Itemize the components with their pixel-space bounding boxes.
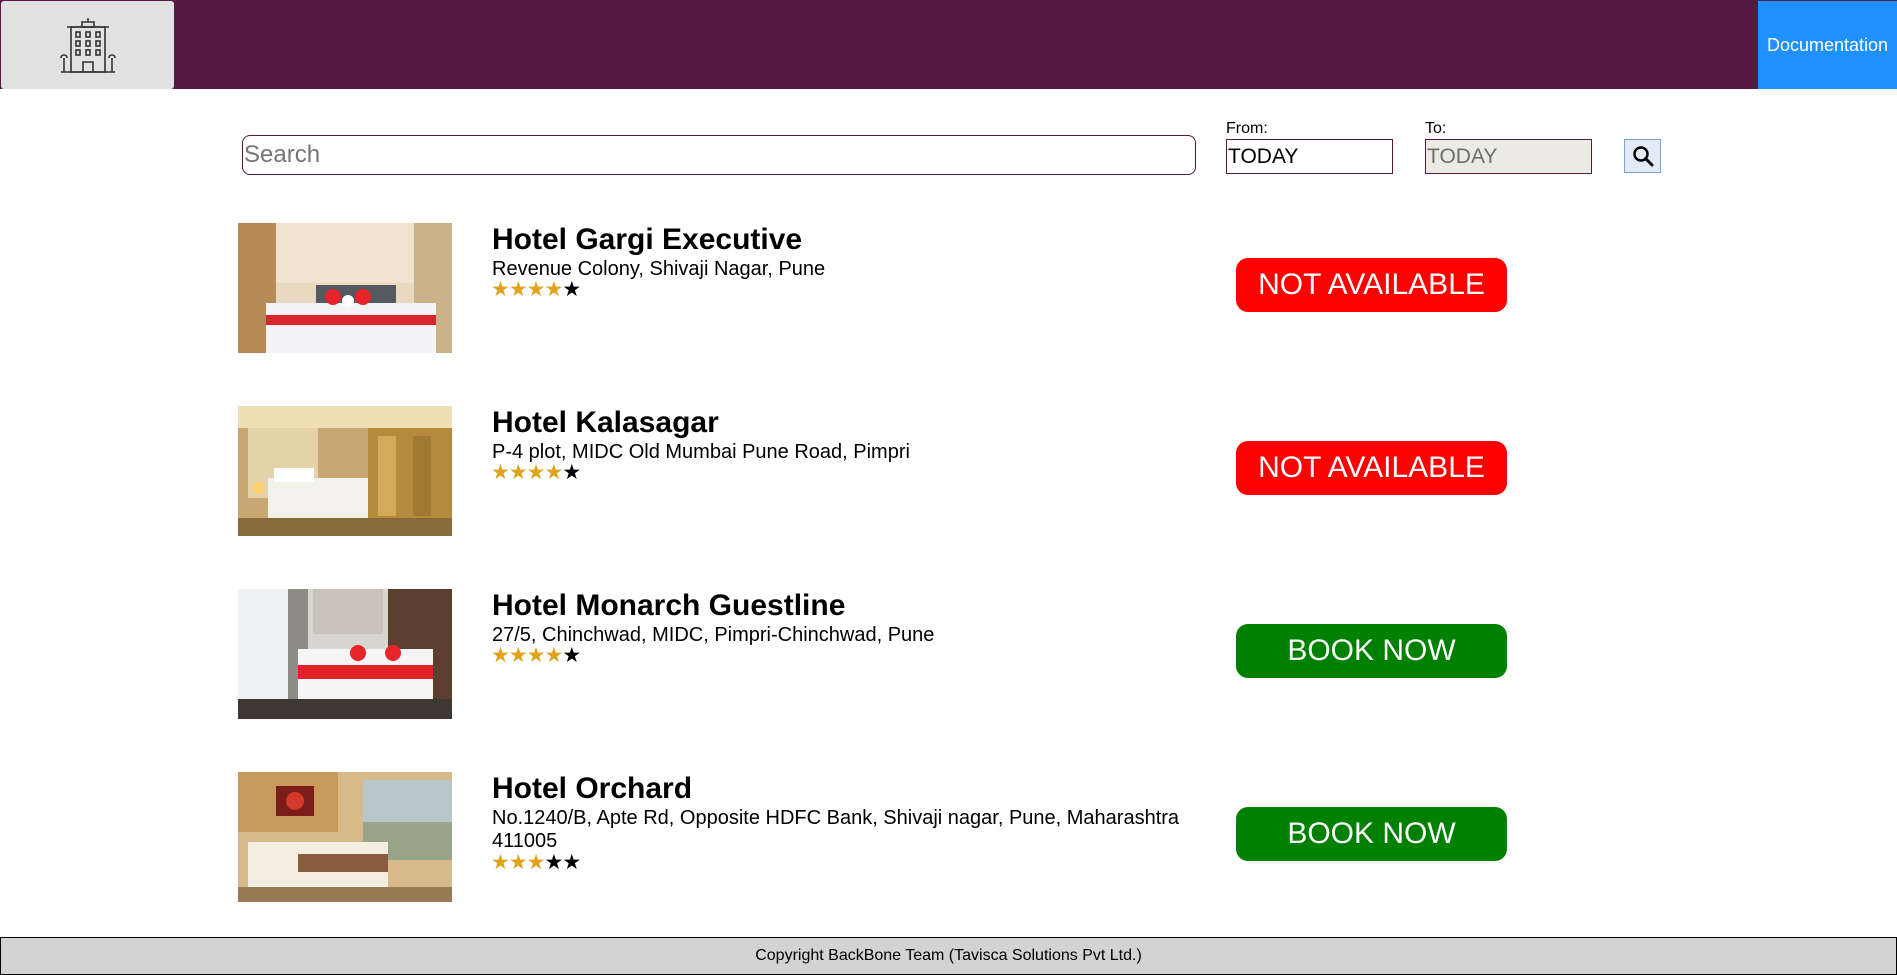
star-filled-icon: ★: [491, 644, 510, 667]
not-available-button[interactable]: NOT AVAILABLE: [1236, 258, 1507, 312]
hotel-photo[interactable]: [238, 772, 452, 902]
book-now-button[interactable]: BOOK NOW: [1236, 624, 1507, 678]
star-filled-icon: ★: [508, 461, 528, 484]
hotel-address: P-4 plot, MIDC Old Mumbai Pune Road, Pim…: [492, 441, 910, 463]
hotel-name[interactable]: Hotel Orchard: [492, 772, 692, 806]
star-filled-icon: ★: [491, 461, 510, 484]
star-empty-icon: ★: [562, 644, 581, 667]
hotel-card: Hotel Orchard No.1240/B, Apte Rd, Opposi…: [238, 772, 1538, 902]
footer: Copyright BackBone Team (Tavisca Solutio…: [0, 937, 1897, 975]
hotel-card: Hotel Kalasagar P-4 plot, MIDC Old Mumba…: [238, 406, 1538, 536]
star-empty-icon: ★: [562, 851, 581, 874]
hotel-card: Hotel Gargi Executive Revenue Colony, Sh…: [238, 223, 1538, 353]
star-filled-icon: ★: [544, 461, 563, 484]
book-now-button[interactable]: BOOK NOW: [1236, 807, 1507, 861]
star-filled-icon: ★: [544, 278, 563, 301]
not-available-button[interactable]: NOT AVAILABLE: [1236, 441, 1507, 495]
copyright-text: Copyright BackBone Team (Tavisca Solutio…: [755, 947, 1142, 964]
star-filled-icon: ★: [491, 851, 510, 874]
hotel-name[interactable]: Hotel Kalasagar: [492, 406, 719, 440]
star-filled-icon: ★: [508, 644, 528, 667]
star-rating: ★★★★★: [491, 461, 581, 484]
star-filled-icon: ★: [508, 278, 528, 301]
top-navbar: Documentation: [0, 0, 1897, 89]
star-rating: ★★★★★: [491, 644, 581, 667]
star-rating: ★★★★★: [491, 851, 581, 874]
documentation-button[interactable]: Documentation: [1758, 1, 1897, 89]
star-filled-icon: ★: [544, 644, 563, 667]
hotel-building-icon: [59, 18, 116, 73]
from-date-field[interactable]: [1226, 139, 1393, 174]
star-empty-icon: ★: [562, 461, 581, 484]
hotel-address: Revenue Colony, Shivaji Nagar, Pune: [492, 258, 826, 280]
to-label: To:: [1425, 120, 1447, 137]
star-filled-icon: ★: [508, 851, 528, 874]
from-label: From:: [1226, 120, 1268, 137]
home-logo-button[interactable]: [1, 1, 174, 89]
search-input[interactable]: [242, 135, 1196, 175]
hotel-photo[interactable]: [238, 223, 452, 353]
star-filled-icon: ★: [526, 278, 546, 301]
to-date-field[interactable]: [1425, 139, 1592, 174]
hotel-photo[interactable]: [238, 406, 452, 536]
hotel-address: No.1240/B, Apte Rd, Opposite HDFC Bank, …: [492, 807, 1180, 852]
search-button[interactable]: [1624, 139, 1661, 173]
hotel-address: 27/5, Chinchwad, MIDC, Pimpri-Chinchwad,…: [492, 624, 935, 646]
star-rating: ★★★★★: [491, 278, 581, 301]
star-empty-icon: ★: [544, 851, 563, 874]
hotel-name[interactable]: Hotel Monarch Guestline: [492, 589, 845, 623]
star-empty-icon: ★: [562, 278, 581, 301]
hotel-card: Hotel Monarch Guestline 27/5, Chinchwad,…: [238, 589, 1538, 719]
star-filled-icon: ★: [491, 278, 510, 301]
star-filled-icon: ★: [526, 851, 546, 874]
star-filled-icon: ★: [526, 644, 546, 667]
hotel-name[interactable]: Hotel Gargi Executive: [492, 223, 802, 257]
hotel-photo[interactable]: [238, 589, 452, 719]
magnifier-icon: [1632, 146, 1653, 167]
star-filled-icon: ★: [526, 461, 546, 484]
